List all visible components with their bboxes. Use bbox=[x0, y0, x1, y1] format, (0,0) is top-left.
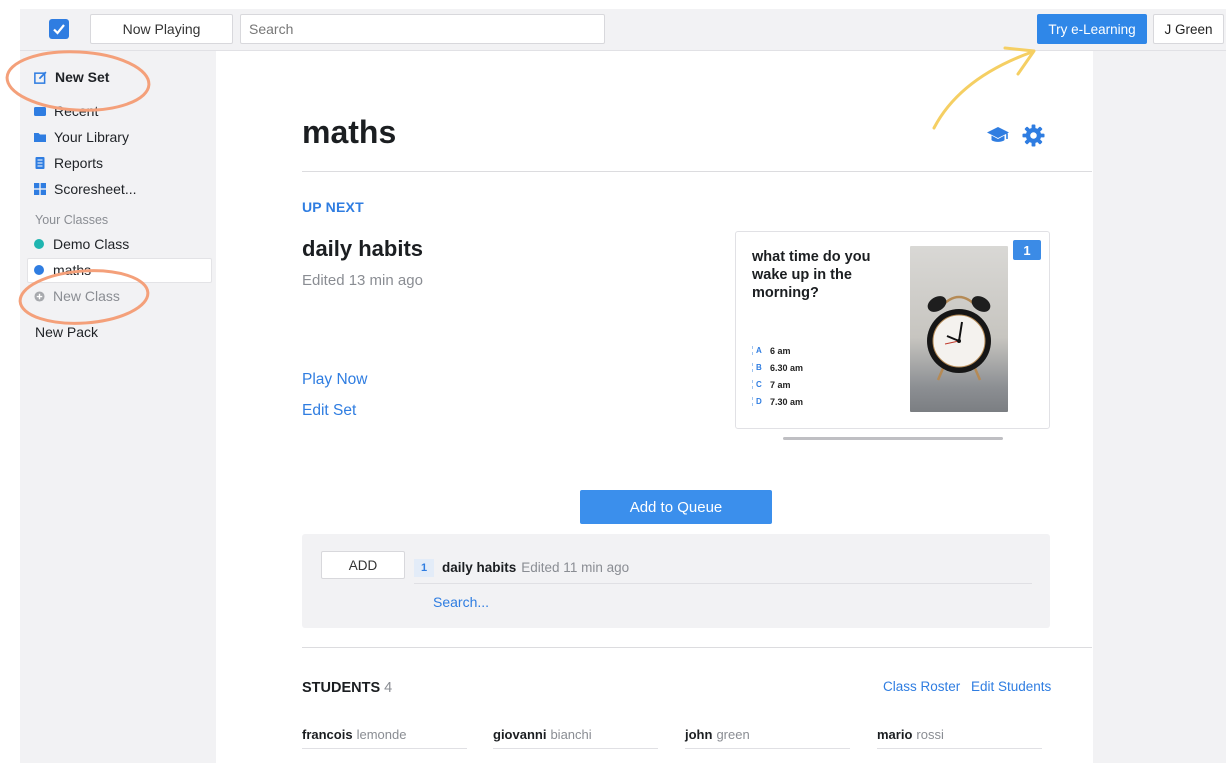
add-to-queue-button[interactable]: Add to Queue bbox=[580, 490, 772, 524]
student-first-name: francois bbox=[302, 727, 353, 742]
queue-item[interactable]: 1 daily habits Edited 11 min ago bbox=[414, 552, 1032, 584]
question-preview-card[interactable]: what time do you wake up in the morning?… bbox=[735, 231, 1050, 429]
answer-option: A 6 am bbox=[752, 342, 803, 359]
queue-panel: ADD 1 daily habits Edited 11 min ago Sea… bbox=[302, 534, 1050, 628]
divider bbox=[302, 171, 1092, 172]
alarm-clock-image bbox=[910, 246, 1008, 412]
now-playing-button[interactable]: Now Playing bbox=[90, 14, 233, 44]
sidebar-item-label: maths bbox=[53, 262, 92, 278]
sidebar-item-new-pack[interactable]: New Pack bbox=[35, 321, 98, 343]
question-number-badge: 1 bbox=[1013, 240, 1041, 260]
app-logo-check-icon[interactable] bbox=[49, 19, 69, 39]
sidebar-item-scoresheet[interactable]: Scoresheet... bbox=[34, 178, 137, 200]
queue-search-link[interactable]: Search... bbox=[433, 594, 489, 610]
sidebar-item-label: New Class bbox=[53, 288, 120, 304]
sidebar-item-maths[interactable]: maths bbox=[34, 259, 91, 281]
graduation-cap-icon[interactable] bbox=[986, 124, 1010, 146]
student-last-name: green bbox=[716, 727, 750, 742]
annotation-arrowhead bbox=[1003, 46, 1036, 76]
answer-text: 7.30 am bbox=[770, 396, 804, 407]
divider bbox=[302, 647, 1092, 648]
students-header: STUDENTS 4 bbox=[302, 680, 392, 696]
gear-icon[interactable] bbox=[1022, 124, 1045, 147]
sidebar-item-reports[interactable]: Reports bbox=[34, 152, 103, 174]
answer-letter: C bbox=[752, 380, 766, 389]
annotation-arrow bbox=[932, 50, 1034, 130]
sidebar: New Set Recent Your Library Reports Scor… bbox=[20, 51, 216, 763]
reports-icon bbox=[35, 157, 45, 169]
right-gutter bbox=[1093, 51, 1226, 763]
student-last-name: rossi bbox=[916, 727, 944, 742]
student-item[interactable]: mario rossi bbox=[877, 727, 1042, 749]
student-last-name: bianchi bbox=[550, 727, 592, 742]
answer-option: C 7 am bbox=[752, 376, 803, 393]
sidebar-item-label: Scoresheet... bbox=[54, 181, 137, 197]
queue-item-edited: Edited 11 min ago bbox=[521, 560, 630, 575]
set-title: daily habits bbox=[302, 236, 424, 261]
queue-add-button[interactable]: ADD bbox=[321, 551, 405, 579]
answer-list: A 6 am B 6.30 am C 7 am D 7.30 am bbox=[752, 342, 803, 410]
edit-icon bbox=[34, 70, 47, 84]
student-first-name: mario bbox=[877, 727, 913, 742]
folder-icon bbox=[34, 133, 46, 142]
add-circle-icon bbox=[34, 290, 45, 302]
queue-item-name: daily habits bbox=[442, 560, 517, 575]
answer-option: D 7.30 am bbox=[752, 393, 803, 410]
class-roster-link[interactable]: Class Roster bbox=[883, 679, 960, 694]
sidebar-item-label: New Set bbox=[55, 69, 110, 85]
sidebar-item-label: Recent bbox=[54, 103, 99, 119]
queue-item-number: 1 bbox=[414, 558, 434, 577]
up-next-label: UP NEXT bbox=[302, 199, 364, 215]
student-first-name: john bbox=[685, 727, 713, 742]
sidebar-item-label: Demo Class bbox=[53, 236, 130, 252]
student-item[interactable]: francois lemonde bbox=[302, 727, 467, 749]
answer-text: 6 am bbox=[770, 345, 791, 356]
try-e-learning-button[interactable]: Try e-Learning bbox=[1037, 14, 1147, 44]
grid-icon bbox=[34, 183, 46, 195]
class-color-dot bbox=[34, 239, 44, 249]
play-now-link[interactable]: Play Now bbox=[302, 371, 367, 389]
recent-icon bbox=[34, 107, 46, 116]
answer-option: B 6.30 am bbox=[752, 359, 803, 376]
card-scrollbar[interactable] bbox=[783, 437, 1003, 440]
answer-text: 6.30 am bbox=[770, 362, 804, 373]
search-input[interactable] bbox=[240, 14, 605, 44]
edit-students-link[interactable]: Edit Students bbox=[971, 679, 1051, 694]
sidebar-item-label: Your Library bbox=[54, 129, 129, 145]
sidebar-item-demo-class[interactable]: Demo Class bbox=[34, 233, 129, 255]
answer-letter: B bbox=[752, 363, 766, 372]
top-bar: Now Playing Try e-Learning J Green bbox=[20, 9, 1226, 51]
answer-letter: A bbox=[752, 346, 766, 355]
sidebar-item-label: New Pack bbox=[35, 324, 99, 340]
sidebar-item-new-class[interactable]: New Class bbox=[34, 285, 120, 307]
student-last-name: lemonde bbox=[356, 727, 407, 742]
sidebar-section-your-classes: Your Classes bbox=[35, 213, 109, 227]
class-color-dot bbox=[34, 265, 44, 275]
sidebar-item-recent[interactable]: Recent bbox=[34, 100, 98, 122]
sidebar-item-label: Reports bbox=[54, 155, 104, 171]
page-title: maths bbox=[302, 114, 397, 150]
students-title: STUDENTS bbox=[302, 680, 381, 696]
students-count: 4 bbox=[384, 680, 393, 696]
sidebar-item-new-set[interactable]: New Set bbox=[34, 66, 109, 88]
user-menu-button[interactable]: J Green bbox=[1153, 14, 1224, 44]
edit-set-link[interactable]: Edit Set bbox=[302, 402, 356, 420]
answer-text: 7 am bbox=[770, 379, 791, 390]
title-actions bbox=[986, 124, 1045, 147]
question-text: what time do you wake up in the morning? bbox=[752, 249, 871, 301]
edited-timestamp: Edited 13 min ago bbox=[302, 272, 423, 289]
sidebar-item-library[interactable]: Your Library bbox=[34, 126, 129, 148]
student-first-name: giovanni bbox=[493, 727, 547, 742]
student-item[interactable]: giovanni bianchi bbox=[493, 727, 658, 749]
student-item[interactable]: john green bbox=[685, 727, 850, 749]
answer-letter: D bbox=[752, 397, 766, 406]
